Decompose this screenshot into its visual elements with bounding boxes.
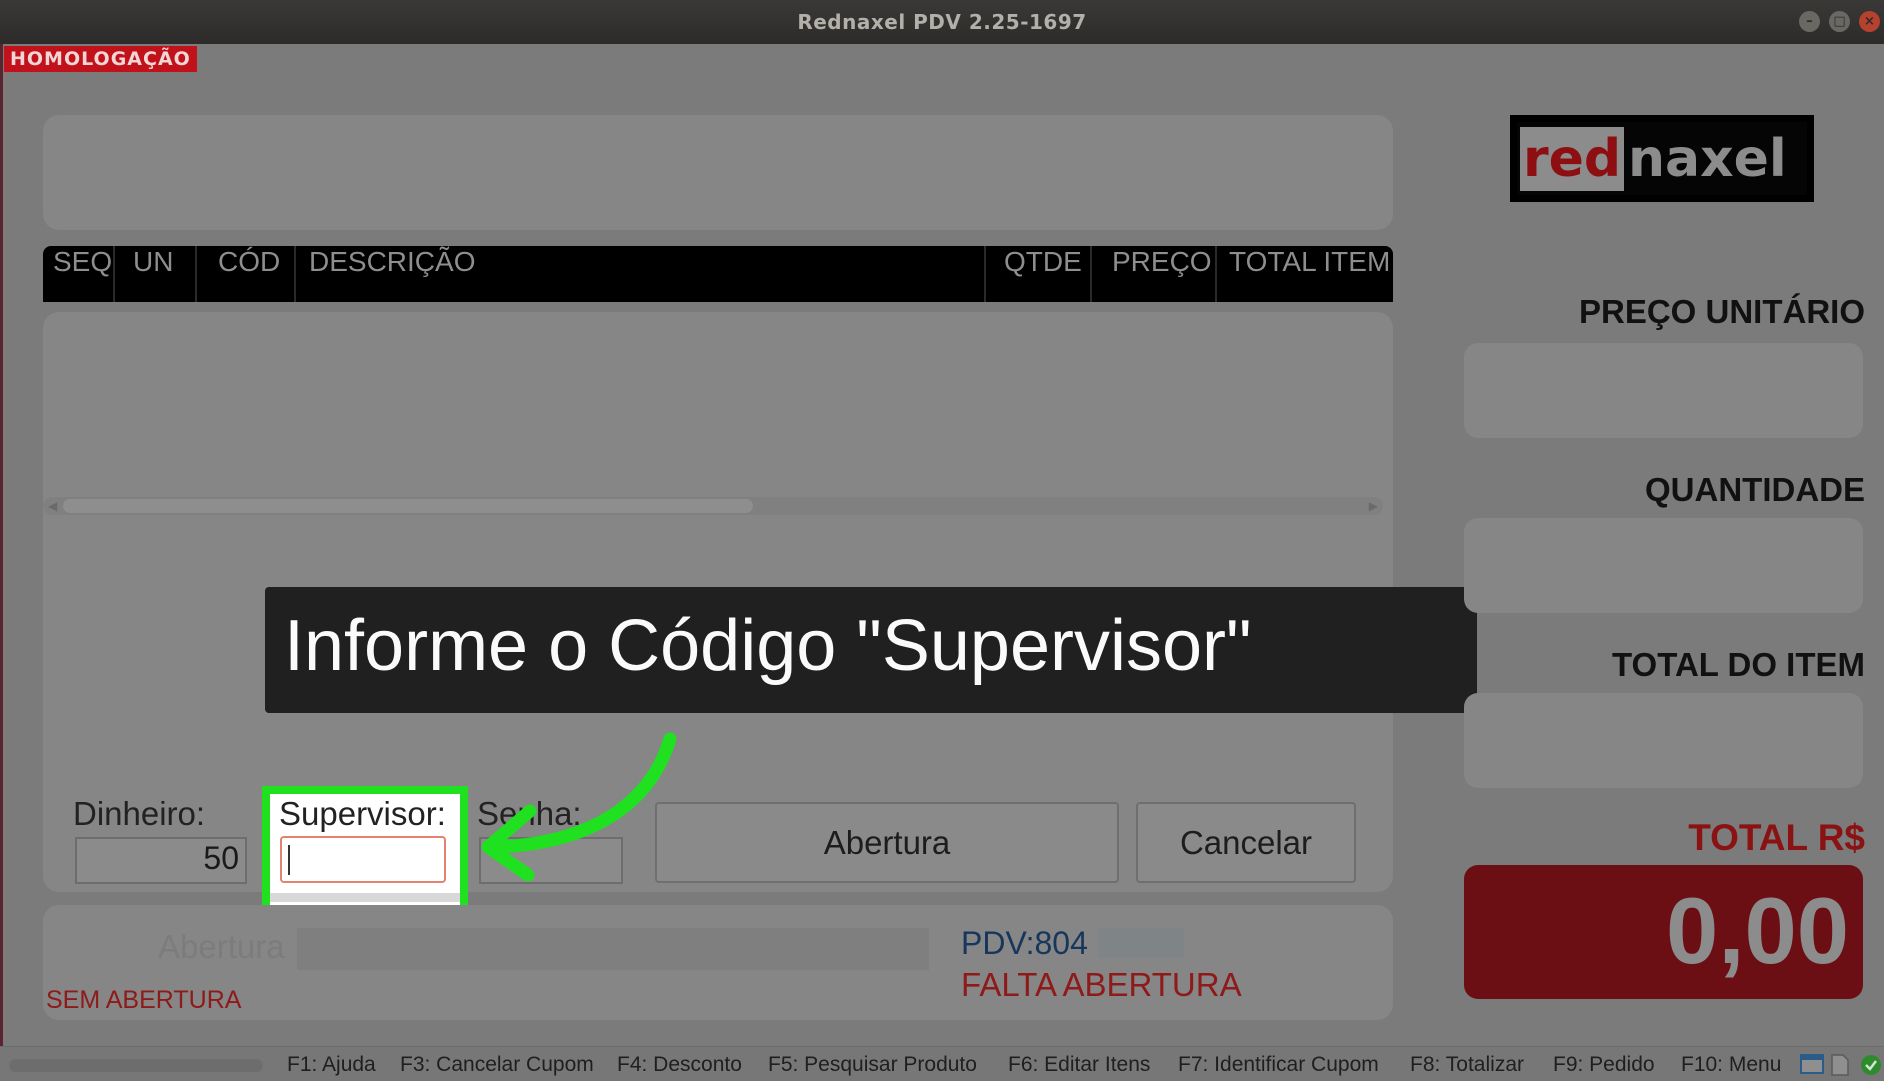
quantity-label: QUANTIDADE bbox=[1645, 471, 1865, 508]
opening-label: Abertura bbox=[158, 928, 285, 965]
logo-white-text: naxel bbox=[1628, 129, 1787, 189]
cash-value: 50 bbox=[203, 840, 239, 876]
shortcut-statusbar: F1: Ajuda F3: Cancelar Cupom F4: Descont… bbox=[0, 1046, 1884, 1081]
progress-bar bbox=[9, 1059, 263, 1072]
window-edge bbox=[0, 44, 3, 1054]
shortcut-f7[interactable]: F7: Identificar Cupom bbox=[1178, 1053, 1379, 1077]
instruction-text: Informe o Código "Supervisor" bbox=[284, 606, 1252, 686]
pdv-number: PDV:804 bbox=[961, 925, 1088, 961]
instruction-callout: Informe o Código "Supervisor" bbox=[265, 587, 1477, 713]
column-divider bbox=[1215, 246, 1217, 302]
column-divider bbox=[1090, 246, 1092, 302]
maximize-button[interactable]: □ bbox=[1829, 11, 1850, 32]
scrollbar-thumb[interactable] bbox=[63, 499, 753, 513]
logo-red-text: red bbox=[1520, 127, 1625, 191]
maximize-icon: □ bbox=[1833, 14, 1846, 29]
minimize-button[interactable]: – bbox=[1799, 11, 1820, 32]
shortcut-f10[interactable]: F10: Menu bbox=[1681, 1053, 1781, 1077]
pending-opening: FALTA ABERTURA bbox=[961, 966, 1242, 1003]
item-total-box bbox=[1464, 693, 1863, 788]
unit-price-box bbox=[1464, 343, 1863, 438]
total-label: TOTAL R$ bbox=[1688, 817, 1865, 858]
cancel-button[interactable]: Cancelar bbox=[1136, 802, 1356, 883]
opening-field bbox=[297, 928, 929, 970]
column-divider bbox=[113, 246, 115, 302]
window-title: Rednaxel PDV 2.25-1697 bbox=[797, 10, 1087, 34]
shortcut-f5[interactable]: F5: Pesquisar Produto bbox=[768, 1053, 977, 1077]
close-icon: × bbox=[1864, 14, 1875, 29]
scroll-left-icon[interactable]: ◀ bbox=[48, 497, 57, 515]
abertura-button[interactable]: Abertura bbox=[655, 802, 1119, 883]
opening-state: SEM ABERTURA bbox=[46, 986, 242, 1014]
shortcut-f3[interactable]: F3: Cancelar Cupom bbox=[400, 1053, 594, 1077]
status-ok-icon bbox=[1861, 1055, 1881, 1075]
shortcut-f6[interactable]: F6: Editar Itens bbox=[1008, 1053, 1150, 1077]
cash-label: Dinheiro: bbox=[73, 795, 206, 832]
unit-price-label: PREÇO UNITÁRIO bbox=[1578, 293, 1865, 330]
shortcut-f1[interactable]: F1: Ajuda bbox=[287, 1053, 376, 1077]
column-divider bbox=[294, 246, 296, 302]
column-divider bbox=[195, 246, 197, 302]
shortcut-f9[interactable]: F9: Pedido bbox=[1553, 1053, 1655, 1077]
column-total-item: TOTAL ITEM bbox=[1229, 246, 1391, 277]
items-table-header: SEQ UN CÓD DESCRIÇÃO QTDE PREÇO TOTAL IT… bbox=[43, 246, 1393, 302]
minimize-icon: – bbox=[1806, 14, 1813, 29]
cash-field[interactable]: 50 bbox=[75, 837, 247, 884]
horizontal-scrollbar[interactable]: ◀ ▶ bbox=[43, 497, 1383, 515]
column-seq: SEQ bbox=[53, 246, 113, 277]
rednaxel-logo: red naxel bbox=[1510, 115, 1814, 202]
supervisor-highlight-frame bbox=[262, 786, 468, 918]
item-total-label: TOTAL DO ITEM bbox=[1612, 646, 1865, 683]
column-preco: PREÇO bbox=[1112, 246, 1212, 277]
document-icon[interactable] bbox=[1831, 1054, 1849, 1076]
shortcut-f8[interactable]: F8: Totalizar bbox=[1410, 1053, 1524, 1077]
window-icon[interactable] bbox=[1800, 1054, 1824, 1074]
quantity-box bbox=[1464, 518, 1863, 613]
column-qtde: QTDE bbox=[1004, 246, 1082, 277]
total-box: 0,00 bbox=[1464, 865, 1863, 999]
close-button[interactable]: × bbox=[1859, 11, 1880, 32]
product-description-panel bbox=[43, 115, 1393, 230]
redacted-value bbox=[1098, 928, 1184, 958]
shortcut-f4[interactable]: F4: Desconto bbox=[617, 1053, 742, 1077]
scroll-right-icon[interactable]: ▶ bbox=[1369, 497, 1378, 515]
column-divider bbox=[984, 246, 986, 302]
column-un: UN bbox=[133, 246, 174, 277]
window-titlebar: Rednaxel PDV 2.25-1697 – □ × bbox=[0, 0, 1884, 44]
column-cod: CÓD bbox=[218, 246, 281, 277]
total-value: 0,00 bbox=[1666, 878, 1849, 983]
environment-badge: HOMOLOGAÇÃO bbox=[4, 46, 197, 72]
column-descricao: DESCRIÇÃO bbox=[309, 246, 476, 277]
pointer-arrow-icon bbox=[481, 732, 677, 882]
